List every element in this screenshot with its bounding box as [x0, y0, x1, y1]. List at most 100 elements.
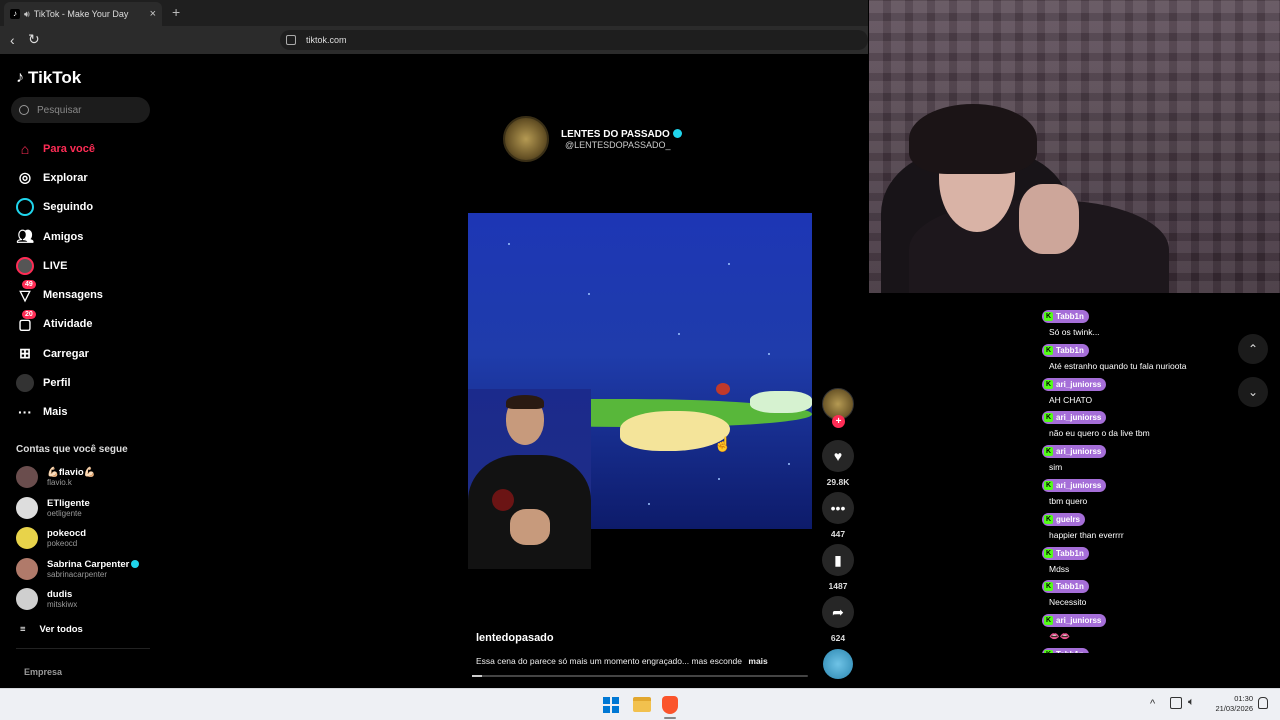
- like-count: 29.8K: [826, 477, 850, 487]
- pip-hands: [510, 509, 550, 545]
- search-placeholder: Pesquisar: [37, 104, 82, 116]
- chat-username: ari_juniorss: [1056, 480, 1102, 490]
- nav-more[interactable]: ··· Mais: [16, 398, 166, 427]
- live-icon: [16, 256, 34, 275]
- nav-explore[interactable]: ◎ Explorar: [16, 163, 166, 192]
- following-item[interactable]: ETligente oetligente: [16, 493, 166, 524]
- search-icon: [19, 105, 29, 115]
- chat-username-chip[interactable]: Kari_juniorss: [1042, 478, 1107, 492]
- tiktok-favicon-icon: ♪: [10, 9, 20, 19]
- chat-message: Kari_juniorss não eu quero o da live tbm: [1040, 406, 1250, 440]
- active-app-indicator: [664, 717, 676, 719]
- chat-username: ari_juniorss: [1056, 379, 1102, 389]
- chat-username: ari_juniorss: [1056, 447, 1102, 457]
- avatar: [16, 588, 38, 611]
- music-disc-icon[interactable]: [823, 649, 853, 679]
- caption-username[interactable]: lentedopasado: [476, 632, 554, 644]
- comment-button[interactable]: •••: [822, 492, 854, 524]
- kick-badge-icon: K: [1044, 514, 1053, 524]
- chat-username-chip[interactable]: Kari_juniorss: [1042, 445, 1107, 459]
- see-all-button[interactable]: ≡ Ver todos: [20, 624, 83, 635]
- previous-video-button[interactable]: ⌃: [1238, 334, 1268, 364]
- following-name-text: Sabrina Carpenter: [47, 558, 130, 570]
- chat-message: Kguelrs happier than everrrr: [1040, 508, 1250, 542]
- share-button[interactable]: ➦: [822, 596, 854, 628]
- chat-username-chip[interactable]: Kari_juniorss: [1042, 614, 1107, 628]
- nav-friends[interactable]: 👥︎ Amigos: [16, 222, 166, 251]
- nav-following[interactable]: Seguindo: [16, 193, 166, 222]
- site-info-icon[interactable]: [286, 35, 296, 45]
- like-button[interactable]: ♥: [822, 440, 854, 472]
- brave-browser-icon[interactable]: [662, 696, 678, 714]
- chat-username: ari_juniorss: [1056, 413, 1102, 423]
- creator-header[interactable]: LENTES DO PASSADO @LENTESDOPASSADO_: [503, 116, 682, 162]
- network-icon[interactable]: [1170, 697, 1182, 709]
- nav-label: Mensagens: [43, 289, 103, 302]
- chat-username: Tabb1n: [1056, 312, 1084, 321]
- tab-close-icon[interactable]: ×: [150, 8, 156, 20]
- creator-name: LENTES DO PASSADO: [561, 129, 682, 140]
- following-item[interactable]: dudis mitskiwx: [16, 584, 166, 615]
- chat-username-chip[interactable]: Kguelrs: [1042, 512, 1086, 526]
- chat-username-chip[interactable]: KTabb1n: [1042, 310, 1089, 323]
- star: [718, 478, 720, 480]
- chat-message: Kari_juniorss sim: [1040, 440, 1250, 474]
- save-button[interactable]: ▮: [822, 544, 854, 576]
- avatar: [16, 496, 38, 519]
- next-video-button[interactable]: ⌄: [1238, 377, 1268, 407]
- url-field[interactable]: tiktok.com: [280, 30, 868, 50]
- clock-date: 21/03/2026: [1215, 704, 1253, 713]
- speaker-icon[interactable]: 🔊︎: [24, 9, 30, 20]
- search-input[interactable]: Pesquisar: [11, 97, 150, 123]
- start-button[interactable]: [603, 697, 619, 713]
- following-item[interactable]: pokeocd pokeocd: [16, 523, 166, 554]
- caption-more-button[interactable]: mais: [748, 656, 767, 666]
- following-handle: flavio.k: [47, 478, 72, 488]
- chat-username-chip[interactable]: KTabb1n: [1042, 343, 1089, 357]
- nav-profile[interactable]: Perfil: [16, 368, 166, 397]
- reload-icon[interactable]: ↻: [28, 31, 40, 48]
- comment-count: 447: [830, 529, 846, 539]
- chat-username-chip[interactable]: Kari_juniorss: [1042, 411, 1107, 425]
- new-tab-button[interactable]: +: [172, 4, 180, 20]
- company-link[interactable]: Empresa: [24, 667, 62, 677]
- following-item[interactable]: 💪🏻flavio💪🏻 flavio.k: [16, 462, 166, 493]
- pip-shirt-logo: [492, 489, 514, 511]
- chat-username-chip[interactable]: KTabb1n: [1042, 580, 1089, 594]
- following-item[interactable]: Sabrina Carpenter sabrinacarpenter: [16, 554, 166, 585]
- following-list: 💪🏻flavio💪🏻 flavio.k ETligente oetligente p…: [16, 462, 166, 615]
- chat-username: guelrs: [1056, 514, 1081, 524]
- browser-tab[interactable]: ♪ 🔊︎ TikTok - Make Your Day ×: [4, 2, 162, 26]
- nav-messages[interactable]: ▽ 49 Mensagens: [16, 280, 166, 309]
- nav-activity[interactable]: ▢ 20 Atividade: [16, 309, 166, 339]
- chat-username-chip[interactable]: KTabb1n: [1042, 647, 1089, 653]
- caption-body: Essa cena do parece só mais um momento e…: [476, 656, 743, 666]
- verified-icon: [131, 560, 140, 569]
- tray-chevron-up-icon[interactable]: ^: [1150, 698, 1155, 710]
- frog-eye: [716, 383, 730, 395]
- system-clock[interactable]: 01:30 21/03/2026: [1205, 694, 1253, 714]
- file-explorer-icon[interactable]: [633, 697, 651, 712]
- chat-message: KTabb1n: [1040, 643, 1250, 653]
- back-icon[interactable]: ‹: [10, 32, 15, 48]
- nav-live[interactable]: LIVE: [16, 251, 166, 280]
- creator-avatar[interactable]: [503, 116, 549, 162]
- chat-username-chip[interactable]: KTabb1n: [1042, 546, 1089, 560]
- stream-chat: K Tabb1n Só os twink... K Tabb1n Até estranho…: [1040, 305, 1250, 653]
- tab-title: TikTok - Make Your Day: [33, 9, 129, 19]
- nav-label: LIVE: [43, 259, 68, 272]
- chat-username-chip[interactable]: Kari_juniorss: [1042, 377, 1107, 391]
- divider: [16, 648, 150, 649]
- nav-for-you[interactable]: ⌂ Para você: [16, 134, 166, 163]
- kick-badge-icon: K: [1044, 379, 1053, 389]
- video-progress-bar[interactable]: [472, 675, 808, 677]
- following-handle: oetligente: [47, 508, 82, 518]
- following-handle: pokeocd: [47, 539, 78, 549]
- notification-icon[interactable]: [1258, 697, 1268, 709]
- tiktok-logo[interactable]: ♪ TikTok: [16, 68, 81, 88]
- volume-icon[interactable]: 🔈︎: [1188, 696, 1195, 709]
- nav-upload[interactable]: ⊞ Carregar: [16, 339, 166, 368]
- chat-message: Kari_juniorss 👄👄: [1040, 609, 1250, 643]
- follow-plus-icon[interactable]: +: [832, 415, 845, 428]
- chat-message: K Tabb1n Mdss: [1040, 542, 1250, 576]
